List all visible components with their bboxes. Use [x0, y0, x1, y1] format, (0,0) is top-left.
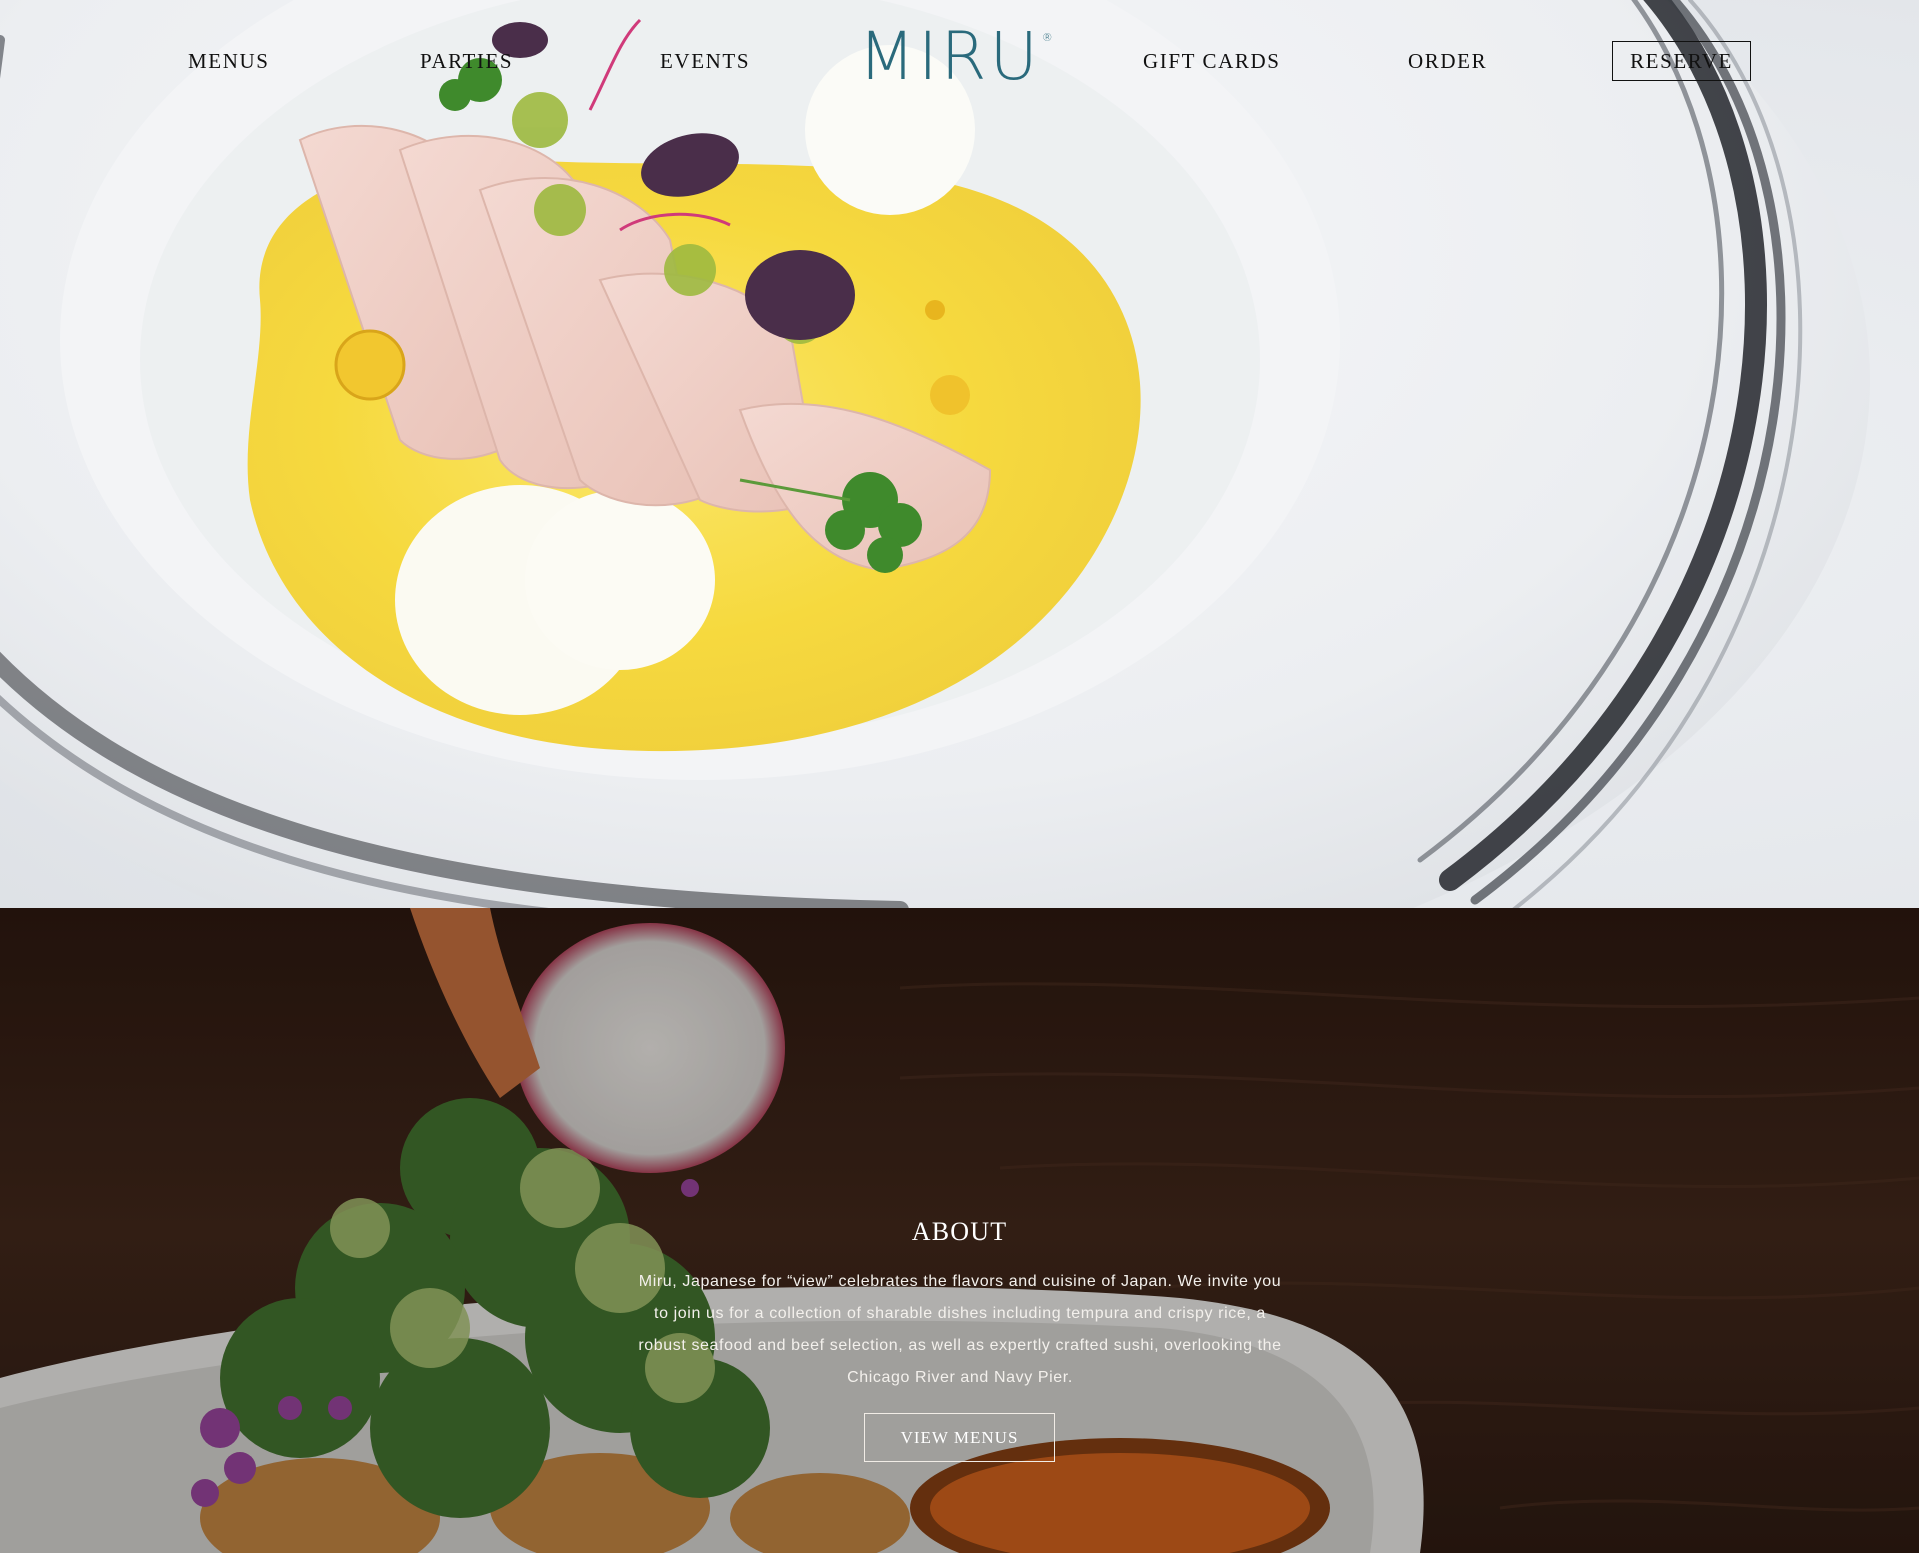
registered-mark: ® [1041, 30, 1056, 44]
nav-events-link[interactable]: EVENTS [660, 46, 750, 76]
nav-menus-link[interactable]: MENUS [188, 46, 270, 76]
about-description: Miru, Japanese for “view” celebrates the… [638, 1273, 1282, 1386]
hero-section: MENUS PARTIES EVENTS MIRU ® GIFT CARDS OR… [0, 0, 1919, 908]
hero-crudo-image [0, 0, 1870, 908]
nav-gift-cards-link[interactable]: GIFT CARDS [1143, 46, 1281, 76]
about-heading: ABOUT [911, 1217, 1008, 1246]
nav-parties-link[interactable]: PARTIES [420, 46, 513, 76]
reserve-button[interactable]: RESERVE [1612, 41, 1751, 81]
main-navigation: MENUS PARTIES EVENTS MIRU ® GIFT CARDS OR… [0, 0, 1919, 120]
nav-order-link[interactable]: ORDER [1408, 46, 1487, 76]
logo-text: MIRU [858, 18, 1041, 95]
view-menus-button[interactable]: VIEW MENUS [864, 1413, 1055, 1462]
miru-logo[interactable]: MIRU ® [858, 22, 1053, 92]
